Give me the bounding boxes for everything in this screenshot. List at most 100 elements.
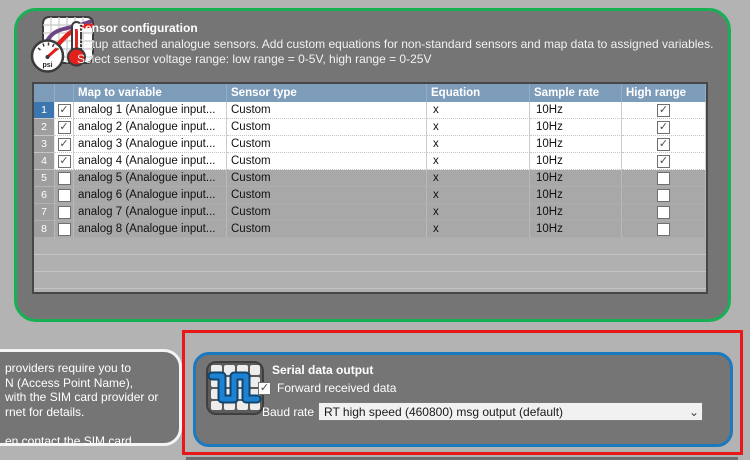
sensor-type-cell[interactable]: Custom	[227, 221, 427, 238]
high-range-cell[interactable]: ✓	[622, 102, 706, 119]
equation-cell[interactable]: x	[427, 102, 530, 119]
equation-cell[interactable]: x	[427, 153, 530, 170]
high-range-checkbox[interactable]: ✓	[657, 104, 670, 117]
map-checkbox-cell[interactable]	[55, 170, 74, 187]
map-checkbox-cell[interactable]: ✓	[55, 119, 74, 136]
table-row[interactable]: 4 ✓ analog 4 (Analogue input... Custom x…	[34, 153, 706, 170]
header-equation: Equation	[427, 84, 530, 102]
equation-cell[interactable]: x	[427, 221, 530, 238]
map-checkbox[interactable]	[58, 189, 71, 202]
header-high-range: High range	[622, 84, 706, 102]
variable-cell[interactable]: analog 2 (Analogue input...	[74, 119, 227, 136]
variable-cell[interactable]: analog 8 (Analogue input...	[74, 221, 227, 238]
header-sample-rate: Sample rate	[530, 84, 622, 102]
sim-info-line: with the SIM card provider or	[5, 390, 173, 405]
equation-cell[interactable]: x	[427, 119, 530, 136]
row-number-cell[interactable]: 4	[34, 153, 55, 170]
sensor-table-header: Map to variable Sensor type Equation Sam…	[34, 84, 706, 102]
map-checkbox-cell[interactable]: ✓	[55, 153, 74, 170]
sensor-type-cell[interactable]: Custom	[227, 170, 427, 187]
high-range-checkbox[interactable]: ✓	[657, 155, 670, 168]
sensor-panel-description-line1: Setup attached analogue sensors. Add cus…	[77, 37, 713, 51]
sensor-type-cell[interactable]: Custom	[227, 136, 427, 153]
variable-cell[interactable]: analog 7 (Analogue input...	[74, 204, 227, 221]
sensor-table-empty-area	[34, 238, 706, 294]
high-range-checkbox[interactable]	[657, 206, 670, 219]
sensor-type-cell[interactable]: Custom	[227, 119, 427, 136]
row-number-cell[interactable]: 3	[34, 136, 55, 153]
high-range-checkbox[interactable]	[657, 223, 670, 236]
app-background: psi Sensor configuration Setup attached …	[0, 0, 750, 460]
map-checkbox-cell[interactable]	[55, 187, 74, 204]
table-row[interactable]: 2 ✓ analog 2 (Analogue input... Custom x…	[34, 119, 706, 136]
high-range-cell[interactable]: ✓	[622, 119, 706, 136]
row-number-cell[interactable]: 2	[34, 119, 55, 136]
map-checkbox[interactable]	[58, 206, 71, 219]
table-row[interactable]: 5 analog 5 (Analogue input... Custom x 1…	[34, 170, 706, 187]
high-range-checkbox[interactable]	[657, 172, 670, 185]
serial-square-wave-icon	[206, 361, 264, 415]
sample-rate-cell[interactable]: 10Hz	[530, 170, 622, 187]
sample-rate-cell[interactable]: 10Hz	[530, 153, 622, 170]
map-checkbox[interactable]	[58, 172, 71, 185]
variable-cell[interactable]: analog 3 (Analogue input...	[74, 136, 227, 153]
map-checkbox-cell[interactable]: ✓	[55, 102, 74, 119]
map-checkbox[interactable]: ✓	[58, 121, 71, 134]
sample-rate-cell[interactable]: 10Hz	[530, 136, 622, 153]
table-row[interactable]: 3 ✓ analog 3 (Analogue input... Custom x…	[34, 136, 706, 153]
equation-cell[interactable]: x	[427, 170, 530, 187]
map-checkbox[interactable]: ✓	[58, 155, 71, 168]
high-range-cell[interactable]	[622, 221, 706, 238]
sensor-configuration-panel: psi Sensor configuration Setup attached …	[14, 8, 731, 322]
high-range-cell[interactable]	[622, 187, 706, 204]
high-range-checkbox[interactable]: ✓	[657, 138, 670, 151]
sensor-type-cell[interactable]: Custom	[227, 102, 427, 119]
sim-info-line: en contact the SIM card	[5, 434, 173, 449]
row-number-cell[interactable]: 5	[34, 170, 55, 187]
header-map-checkbox	[55, 84, 74, 102]
sample-rate-cell[interactable]: 10Hz	[530, 221, 622, 238]
row-number-cell[interactable]: 1	[34, 102, 55, 119]
gauge-psi-label: psi	[42, 62, 52, 69]
sensor-type-cell[interactable]: Custom	[227, 204, 427, 221]
sample-rate-cell[interactable]: 10Hz	[530, 187, 622, 204]
map-checkbox[interactable]	[58, 223, 71, 236]
variable-cell[interactable]: analog 5 (Analogue input...	[74, 170, 227, 187]
high-range-checkbox[interactable]: ✓	[657, 121, 670, 134]
sim-info-line	[5, 419, 173, 434]
sim-info-line: providers require you to	[5, 361, 173, 376]
map-checkbox-cell[interactable]	[55, 221, 74, 238]
forward-data-checkbox[interactable]: ✓	[258, 382, 271, 395]
map-checkbox-cell[interactable]	[55, 204, 74, 221]
high-range-cell[interactable]	[622, 204, 706, 221]
baud-rate-dropdown[interactable]: RT high speed (460800) msg output (defau…	[318, 402, 703, 421]
row-number-cell[interactable]: 6	[34, 187, 55, 204]
table-row[interactable]: 8 analog 8 (Analogue input... Custom x 1…	[34, 221, 706, 238]
high-range-cell[interactable]	[622, 170, 706, 187]
sample-rate-cell[interactable]: 10Hz	[530, 119, 622, 136]
sim-info-line: N (Access Point Name),	[5, 376, 173, 391]
row-number-cell[interactable]: 8	[34, 221, 55, 238]
map-checkbox-cell[interactable]: ✓	[55, 136, 74, 153]
sample-rate-cell[interactable]: 10Hz	[530, 102, 622, 119]
high-range-checkbox[interactable]	[657, 189, 670, 202]
variable-cell[interactable]: analog 4 (Analogue input...	[74, 153, 227, 170]
high-range-cell[interactable]: ✓	[622, 136, 706, 153]
row-number-cell[interactable]: 7	[34, 204, 55, 221]
sensor-type-cell[interactable]: Custom	[227, 153, 427, 170]
table-row[interactable]: 1 ✓ analog 1 (Analogue input... Custom x…	[34, 102, 706, 119]
high-range-cell[interactable]: ✓	[622, 153, 706, 170]
map-checkbox[interactable]: ✓	[58, 138, 71, 151]
equation-cell[interactable]: x	[427, 204, 530, 221]
table-row[interactable]: 6 analog 6 (Analogue input... Custom x 1…	[34, 187, 706, 204]
variable-cell[interactable]: analog 1 (Analogue input...	[74, 102, 227, 119]
equation-cell[interactable]: x	[427, 136, 530, 153]
table-row[interactable]: 7 analog 7 (Analogue input... Custom x 1…	[34, 204, 706, 221]
sensor-type-cell[interactable]: Custom	[227, 187, 427, 204]
sample-rate-cell[interactable]: 10Hz	[530, 204, 622, 221]
variable-cell[interactable]: analog 6 (Analogue input...	[74, 187, 227, 204]
sensor-panel-title: Sensor configuration	[77, 21, 198, 35]
equation-cell[interactable]: x	[427, 187, 530, 204]
map-checkbox[interactable]: ✓	[58, 104, 71, 117]
baud-rate-selected-value: RT high speed (460800) msg output (defau…	[324, 405, 686, 419]
